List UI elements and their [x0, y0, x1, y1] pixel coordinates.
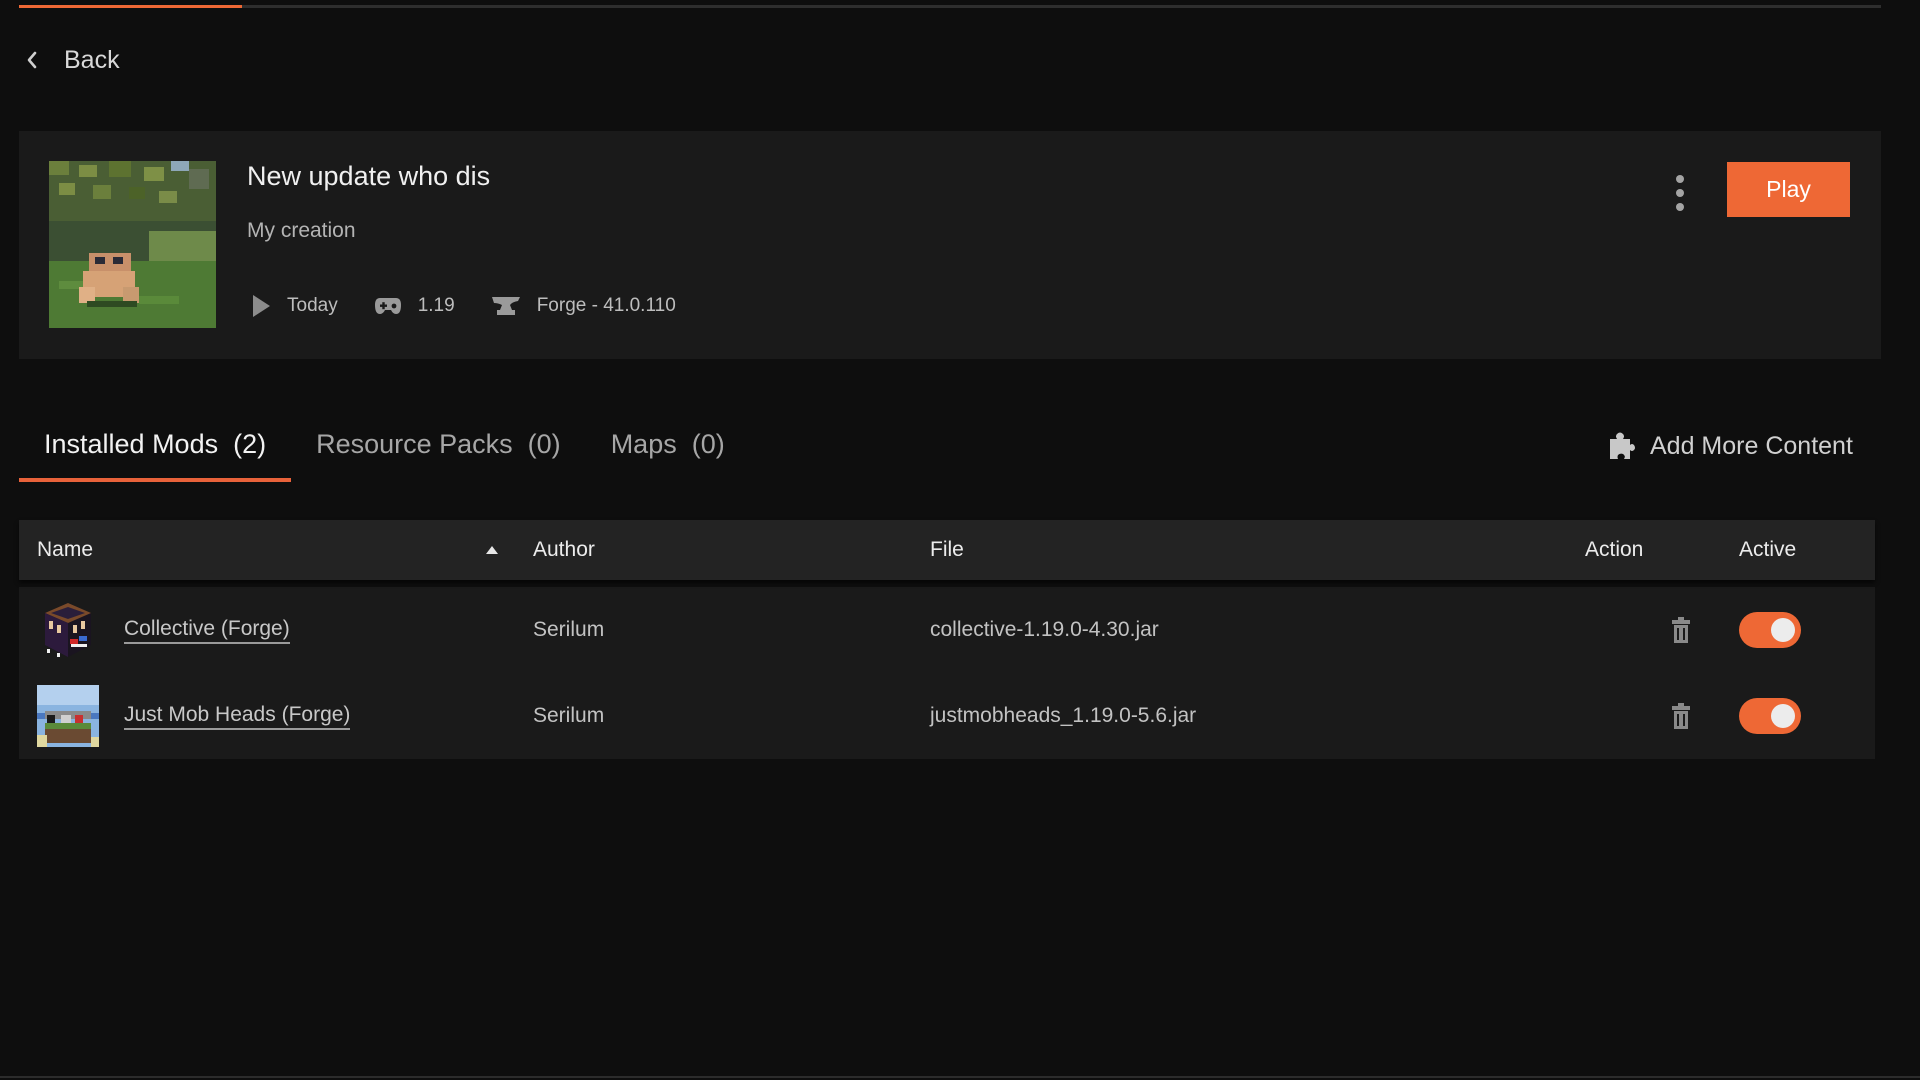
column-header-file[interactable]: File — [930, 538, 964, 562]
mod-author: Serilum — [533, 618, 605, 641]
instance-header-card: New update who dis My creation Today 1.1… — [19, 131, 1881, 359]
mod-icon-collective — [45, 603, 91, 657]
mod-loader: Forge - 41.0.110 — [491, 295, 676, 317]
active-toggle[interactable] — [1739, 698, 1801, 734]
loading-progress-bar — [19, 5, 1881, 8]
last-played-value: Today — [287, 295, 338, 316]
column-header-active: Active — [1739, 538, 1797, 561]
back-button[interactable]: Back — [24, 42, 120, 78]
mod-name-link[interactable]: Collective (Forge) — [124, 617, 290, 644]
play-triangle-icon — [253, 295, 270, 317]
table-row: Collective (Forge) Serilum collective-1.… — [19, 587, 1875, 673]
trash-icon[interactable] — [1671, 616, 1691, 644]
play-button[interactable]: Play — [1727, 162, 1850, 217]
kebab-dot-icon — [1676, 189, 1684, 197]
mod-file: collective-1.19.0-4.30.jar — [930, 618, 1159, 641]
table-body: Collective (Forge) Serilum collective-1.… — [19, 587, 1875, 759]
tab-installed-mods[interactable]: Installed Mods (2) — [19, 420, 292, 482]
mods-table: Name Author File Action Active Collectiv… — [19, 520, 1875, 759]
game-version-value: 1.19 — [417, 295, 455, 316]
game-version: 1.19 — [374, 295, 455, 317]
mod-icon-just-mob-heads — [37, 685, 99, 747]
tab-maps[interactable]: Maps (0) — [586, 420, 750, 482]
more-options-button[interactable] — [1670, 171, 1690, 215]
mod-name-link[interactable]: Just Mob Heads (Forge) — [124, 703, 351, 730]
mod-name-cell: Just Mob Heads (Forge) — [37, 685, 351, 747]
column-header-action: Action — [1585, 538, 1644, 561]
last-played: Today — [251, 294, 338, 318]
trash-icon[interactable] — [1671, 702, 1691, 730]
active-toggle[interactable] — [1739, 612, 1801, 648]
progress-fill — [19, 5, 243, 8]
table-row: Just Mob Heads (Forge) Serilum justmobhe… — [19, 673, 1875, 759]
instance-meta: Today 1.19 Forge - 41.0.110 — [251, 291, 712, 321]
puzzle-piece-icon — [1610, 432, 1635, 459]
sort-ascending-icon[interactable] — [486, 546, 498, 554]
add-more-content-button[interactable]: Add More Content — [1608, 426, 1853, 466]
instance-title: New update who dis — [247, 161, 491, 191]
kebab-dot-icon — [1676, 175, 1684, 183]
column-header-author[interactable]: Author — [533, 538, 595, 562]
mod-loader-value: Forge - 41.0.110 — [536, 295, 676, 316]
instance-thumbnail — [49, 161, 216, 328]
back-label: Back — [64, 45, 120, 74]
chevron-left-icon — [27, 51, 37, 69]
bottom-divider — [0, 1076, 1920, 1078]
instance-subtitle: My creation — [247, 219, 356, 242]
content-tabs: Installed Mods (2) Resource Packs (0) Ma… — [19, 420, 750, 482]
mod-name-cell: Collective (Forge) — [37, 599, 290, 661]
table-header: Name Author File Action Active — [19, 520, 1875, 580]
anvil-icon — [491, 297, 520, 315]
column-header-name[interactable]: Name — [37, 538, 93, 562]
add-more-content-label: Add More Content — [1650, 431, 1853, 460]
gamepad-icon — [374, 298, 401, 314]
kebab-dot-icon — [1676, 203, 1684, 211]
mod-file: justmobheads_1.19.0-5.6.jar — [930, 704, 1197, 727]
mod-author: Serilum — [533, 704, 605, 727]
tab-resource-packs[interactable]: Resource Packs (0) — [291, 420, 586, 482]
